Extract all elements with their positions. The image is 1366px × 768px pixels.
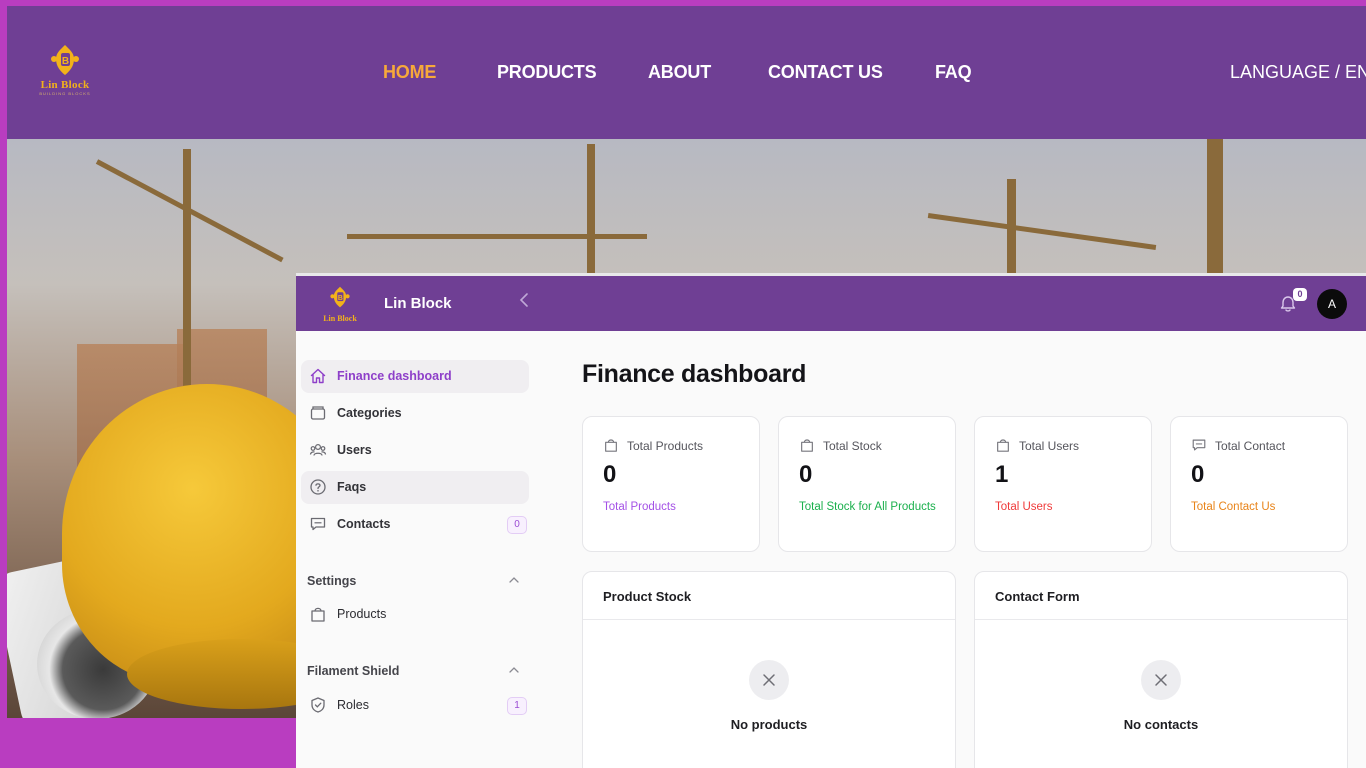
collapse-settings-button[interactable] <box>507 573 521 587</box>
widget-header: Product Stock <box>583 572 955 620</box>
admin-logo-text: Lin Block <box>323 314 357 323</box>
admin-topbar: B Lin Block Lin Block 0 A <box>296 276 1366 331</box>
stat-label: Total Users <box>1019 439 1080 453</box>
sidebar-item-users[interactable]: Users <box>301 434 529 467</box>
stat-value: 0 <box>799 461 813 488</box>
stat-description: Total Users <box>995 501 1053 513</box>
crane-shape <box>587 144 595 274</box>
logo-mark-icon: B <box>51 45 79 75</box>
shield-check-icon <box>311 697 325 713</box>
page-title: Finance dashboard <box>582 360 807 388</box>
empty-state-text: No contacts <box>1123 717 1199 732</box>
product-stock-widget: Product Stock No products <box>582 571 956 768</box>
svg-text:B: B <box>62 56 69 67</box>
shopping-bag-icon <box>605 439 617 452</box>
stat-value: 0 <box>603 461 617 488</box>
stat-label: Total Contact <box>1215 439 1286 453</box>
users-icon <box>309 443 327 456</box>
contacts-count-badge: 0 <box>507 516 527 534</box>
x-icon <box>763 674 775 686</box>
collapse-sidebar-button[interactable] <box>518 291 534 315</box>
site-logo-brand: Lin Block <box>40 79 90 91</box>
admin-logo[interactable]: B Lin Block <box>318 286 362 323</box>
crane-shape <box>927 213 1157 250</box>
sidebar-item-label: Roles <box>337 698 369 712</box>
x-icon <box>1155 674 1167 686</box>
site-navbar: B Lin Block BUILDING BLOCKS HOME PRODUCT… <box>7 6 1366 139</box>
shopping-bag-icon <box>801 439 813 452</box>
chevron-up-icon <box>509 667 519 673</box>
stat-card-total-users: Total Users 1 Total Users <box>974 416 1152 552</box>
empty-state-text: No products <box>730 717 808 732</box>
sidebar-item-label: Finance dashboard <box>337 369 452 383</box>
nav-products[interactable]: PRODUCTS <box>497 62 597 83</box>
question-circle-icon <box>310 479 326 495</box>
sidebar-item-categories[interactable]: Categories <box>301 397 529 430</box>
site-logo-tagline: BUILDING BLOCKS <box>39 91 91 96</box>
notifications-badge: 0 <box>1293 288 1307 301</box>
stat-description: Total Contact Us <box>1191 501 1276 513</box>
admin-main: Finance dashboard Total Products 0 Total… <box>541 331 1366 768</box>
stat-label: Total Products <box>627 439 704 453</box>
user-avatar[interactable]: A <box>1317 289 1347 319</box>
stat-card-total-contact: Total Contact 0 Total Contact Us <box>1170 416 1348 552</box>
chevron-up-icon <box>509 577 519 583</box>
sidebar-group-filament-shield: Filament Shield <box>307 664 400 678</box>
sidebar-item-products[interactable]: Products <box>301 598 529 631</box>
shopping-bag-icon <box>311 607 325 622</box>
stat-card-total-products: Total Products 0 Total Products <box>582 416 760 552</box>
sidebar-item-label: Categories <box>337 406 402 420</box>
stat-description: Total Stock for All Products <box>799 501 936 513</box>
shopping-bag-icon <box>997 439 1009 452</box>
stat-value: 1 <box>995 461 1009 488</box>
admin-sidebar: Finance dashboard Categories Users Faqs … <box>296 331 541 768</box>
crane-shape <box>347 234 647 239</box>
stat-label: Total Stock <box>823 439 882 453</box>
sidebar-item-label: Contacts <box>337 517 391 531</box>
admin-panel: B Lin Block Lin Block 0 A Finance dashbo… <box>296 273 1366 768</box>
crane-shape <box>1207 139 1223 279</box>
language-switcher[interactable]: LANGUAGE / EN <box>1230 62 1366 83</box>
stack-icon <box>310 406 326 420</box>
widget-title: Product Stock <box>603 589 692 604</box>
sidebar-item-faqs[interactable]: Faqs <box>301 471 529 504</box>
nav-about[interactable]: ABOUT <box>648 62 711 83</box>
sidebar-item-label: Products <box>337 607 387 621</box>
logo-mark-icon: B <box>330 286 350 308</box>
contact-form-widget: Contact Form No contacts <box>974 571 1348 768</box>
sidebar-item-roles[interactable]: Roles 1 <box>301 689 529 722</box>
sidebar-group-settings: Settings <box>307 574 357 588</box>
stat-description: Total Products <box>603 501 676 513</box>
chevron-left-icon <box>519 293 528 307</box>
empty-state-icon-wrap <box>1141 660 1181 700</box>
roles-count-badge: 1 <box>507 697 527 715</box>
sidebar-item-finance-dashboard[interactable]: Finance dashboard <box>301 360 529 393</box>
stat-value: 0 <box>1191 461 1205 488</box>
chat-icon <box>310 517 326 531</box>
nav-contact-us[interactable]: CONTACT US <box>768 62 883 83</box>
nav-home[interactable]: HOME <box>383 62 436 83</box>
collapse-filament-shield-button[interactable] <box>507 663 521 677</box>
nav-faq[interactable]: FAQ <box>935 62 972 83</box>
sidebar-item-label: Users <box>337 443 372 457</box>
sidebar-item-contacts[interactable]: Contacts 0 <box>301 508 529 541</box>
empty-state-icon-wrap <box>749 660 789 700</box>
chat-icon <box>1192 439 1206 451</box>
sidebar-item-label: Faqs <box>337 480 367 494</box>
home-icon <box>310 368 326 384</box>
widget-title: Contact Form <box>995 589 1080 604</box>
site-logo[interactable]: B Lin Block BUILDING BLOCKS <box>33 44 97 104</box>
svg-text:B: B <box>338 295 343 302</box>
admin-brand-name: Lin Block <box>384 295 452 312</box>
widget-header: Contact Form <box>975 572 1347 620</box>
stat-card-total-stock: Total Stock 0 Total Stock for All Produc… <box>778 416 956 552</box>
